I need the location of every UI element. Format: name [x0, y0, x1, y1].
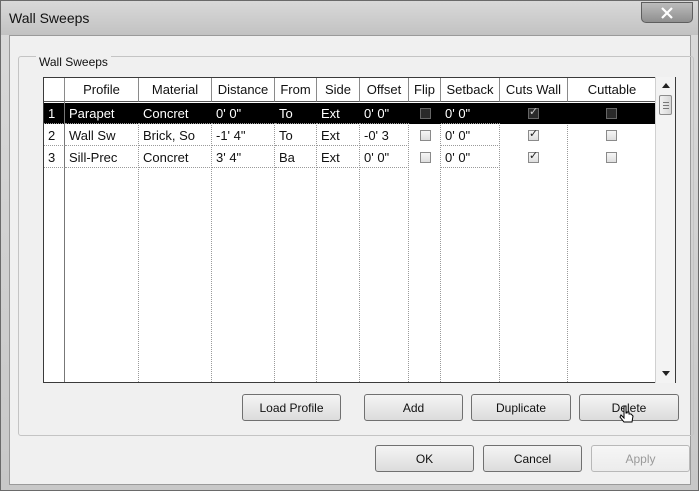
- cell-setback[interactable]: 0' 0": [441, 103, 500, 124]
- cell-distance[interactable]: 0' 0": [212, 103, 275, 124]
- scroll-down-button[interactable]: [656, 365, 675, 381]
- title-bar[interactable]: Wall Sweeps: [1, 1, 698, 35]
- header-cuttable[interactable]: Cuttable: [568, 78, 657, 102]
- scrollbar-thumb[interactable]: [659, 95, 672, 115]
- header-side[interactable]: Side: [317, 78, 360, 102]
- cuttable-checkbox[interactable]: [606, 130, 617, 141]
- header-offset[interactable]: Offset: [360, 78, 409, 102]
- cuts-wall-checkbox[interactable]: ✓: [528, 128, 539, 141]
- cell-distance[interactable]: 3' 4": [212, 147, 275, 168]
- header-material[interactable]: Material: [139, 78, 212, 102]
- close-button[interactable]: [641, 2, 693, 23]
- cell-from[interactable]: Ba: [275, 147, 317, 168]
- cuttable-checkbox[interactable]: [606, 152, 617, 163]
- table-row[interactable]: 1 Parapet Concret 0' 0" To Ext 0' 0" 0' …: [44, 103, 657, 124]
- add-button[interactable]: Add: [364, 394, 463, 421]
- header-profile[interactable]: Profile: [65, 78, 139, 102]
- header-cuts-wall[interactable]: Cuts Wall: [500, 78, 568, 102]
- scroll-down-arrow-icon: [661, 370, 670, 376]
- wall-sweeps-table[interactable]: Profile Material Distance From Side Offs…: [43, 77, 676, 383]
- mouse-pointer-icon: [619, 405, 634, 423]
- cell-material[interactable]: Concret: [139, 103, 212, 124]
- cuts-wall-checkbox[interactable]: ✓: [528, 106, 539, 119]
- flip-checkbox[interactable]: [420, 108, 431, 119]
- cell-setback[interactable]: 0' 0": [441, 125, 500, 146]
- cell-profile[interactable]: Sill-Prec: [65, 147, 139, 168]
- header-flip[interactable]: Flip: [409, 78, 441, 102]
- cell-setback[interactable]: 0' 0": [441, 147, 500, 168]
- header-setback[interactable]: Setback: [441, 78, 500, 102]
- table-row[interactable]: 2 Wall Sw Brick, So -1' 4" To Ext -0' 3 …: [44, 125, 657, 146]
- duplicate-button[interactable]: Duplicate: [471, 394, 571, 421]
- cell-distance[interactable]: -1' 4": [212, 125, 275, 146]
- cancel-button[interactable]: Cancel: [483, 445, 582, 472]
- scroll-up-arrow-icon: [661, 82, 670, 88]
- ok-button[interactable]: OK: [375, 445, 474, 472]
- load-profile-button[interactable]: Load Profile: [242, 394, 341, 421]
- cell-material[interactable]: Brick, So: [139, 125, 212, 146]
- cell-profile[interactable]: Wall Sw: [65, 125, 139, 146]
- cell-profile[interactable]: Parapet: [65, 103, 139, 124]
- flip-checkbox[interactable]: [420, 152, 431, 163]
- header-from[interactable]: From: [275, 78, 317, 102]
- cuts-wall-checkbox[interactable]: ✓: [528, 150, 539, 163]
- cell-side[interactable]: Ext: [317, 103, 360, 124]
- cell-offset[interactable]: 0' 0": [360, 103, 409, 124]
- header-distance[interactable]: Distance: [212, 78, 275, 102]
- cell-side[interactable]: Ext: [317, 125, 360, 146]
- header-row-number: [44, 78, 65, 102]
- row-number: 3: [44, 147, 65, 168]
- cell-from[interactable]: To: [275, 103, 317, 124]
- cell-side[interactable]: Ext: [317, 147, 360, 168]
- apply-button[interactable]: Apply: [591, 445, 690, 472]
- row-number: 2: [44, 125, 65, 146]
- window-title: Wall Sweeps: [9, 10, 90, 26]
- row-number: 1: [44, 103, 65, 124]
- cuttable-checkbox[interactable]: [606, 108, 617, 119]
- cell-from[interactable]: To: [275, 125, 317, 146]
- groupbox-label: Wall Sweeps: [36, 55, 111, 69]
- table-row[interactable]: 3 Sill-Prec Concret 3' 4" Ba Ext 0' 0" 0…: [44, 147, 657, 168]
- table-vertical-scrollbar[interactable]: [655, 77, 675, 383]
- cell-offset[interactable]: -0' 3: [360, 125, 409, 146]
- scroll-up-button[interactable]: [656, 77, 675, 93]
- flip-checkbox[interactable]: [420, 130, 431, 141]
- close-icon: [661, 6, 673, 19]
- cell-material[interactable]: Concret: [139, 147, 212, 168]
- cell-offset[interactable]: 0' 0": [360, 147, 409, 168]
